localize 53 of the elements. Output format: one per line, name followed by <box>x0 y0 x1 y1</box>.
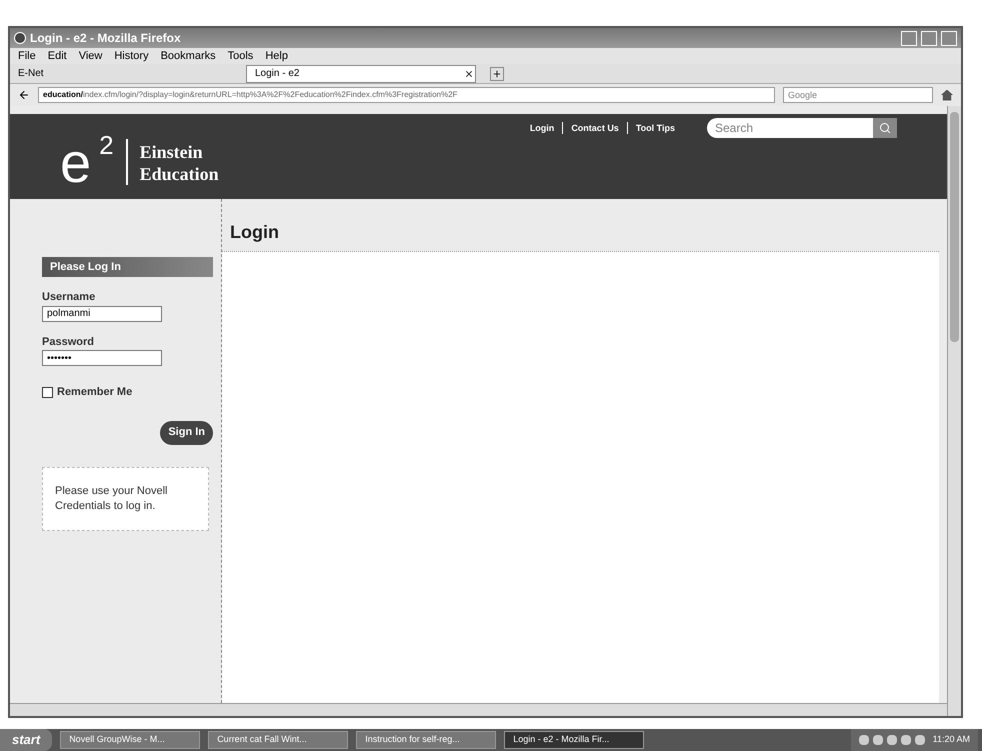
home-icon[interactable] <box>941 90 953 100</box>
clock: 11:20 AM <box>932 733 970 746</box>
minimize-button[interactable] <box>901 30 917 46</box>
vertical-scrollbar[interactable] <box>947 106 961 716</box>
site-name: Education <box>140 163 219 185</box>
menu-item[interactable]: Bookmarks <box>160 48 216 64</box>
site-name: Einstein <box>140 141 204 163</box>
page-title: Login <box>229 221 280 244</box>
nav-link[interactable]: Login <box>530 122 554 136</box>
taskbar-item[interactable]: Novell GroupWise - M... <box>60 731 200 749</box>
add-tab-button[interactable] <box>490 66 504 80</box>
browser-tab[interactable]: Login - e2 <box>246 64 476 82</box>
password-field[interactable]: ••••••• <box>42 350 162 366</box>
panel-header: Please Log In <box>42 257 213 277</box>
tray-icon[interactable] <box>886 735 897 745</box>
site-search-field[interactable]: Search <box>707 118 873 138</box>
nav-link[interactable]: Contact Us <box>571 122 619 136</box>
field-label: Password <box>42 334 95 350</box>
maximize-button[interactable] <box>921 30 937 46</box>
logo-letter: e <box>60 135 92 191</box>
tray-icon[interactable] <box>900 735 911 745</box>
taskbar-item[interactable]: Instruction for self-reg... <box>356 731 496 749</box>
taskbar-item[interactable]: Current cat Fall Wint... <box>208 731 348 749</box>
sign-in-button[interactable]: Sign In <box>160 420 213 444</box>
address-field[interactable]: education/index.cfm/login/?display=login&returnURL=http%3A%2F%2Feducation%2Findex.cfm%3Fregistration%2F <box>38 87 775 103</box>
bookmark-item[interactable]: E-Net <box>18 66 238 81</box>
menu-item[interactable]: Help <box>265 48 288 64</box>
close-tab-icon[interactable] <box>464 68 474 78</box>
menu-item[interactable]: Edit <box>48 48 67 64</box>
username-field[interactable]: polmanmi <box>42 306 162 322</box>
close-button[interactable] <box>941 30 957 46</box>
nav-link[interactable]: Tool Tips <box>636 122 675 136</box>
menu-item[interactable]: View <box>78 48 102 64</box>
checkbox[interactable] <box>42 386 53 398</box>
checkbox-label: Remember Me <box>57 385 132 400</box>
window-title: Login - e2 - Mozilla Firefox <box>30 30 181 47</box>
tray-icon[interactable] <box>914 735 925 745</box>
field-label: Username <box>42 290 96 305</box>
tray-icon[interactable] <box>872 735 883 745</box>
taskbar-item[interactable]: Login - e2 - Mozilla Fir... <box>504 731 644 749</box>
horizontal-scrollbar[interactable] <box>10 703 947 716</box>
menu-item[interactable]: Tools <box>228 48 254 64</box>
browser-search-field[interactable]: Google <box>783 87 933 103</box>
menu-item[interactable]: File <box>18 48 36 64</box>
plus-icon <box>492 68 502 78</box>
back-icon[interactable] <box>18 89 30 101</box>
search-icon <box>879 122 891 134</box>
tray-icon[interactable] <box>858 735 869 745</box>
start-button[interactable]: start <box>0 729 52 751</box>
note-text: Please use your Novell Credentials to log in. <box>55 484 169 514</box>
search-button[interactable] <box>873 118 897 138</box>
logo-superscript: 2 <box>99 129 114 162</box>
menu-item[interactable]: History <box>114 48 149 64</box>
